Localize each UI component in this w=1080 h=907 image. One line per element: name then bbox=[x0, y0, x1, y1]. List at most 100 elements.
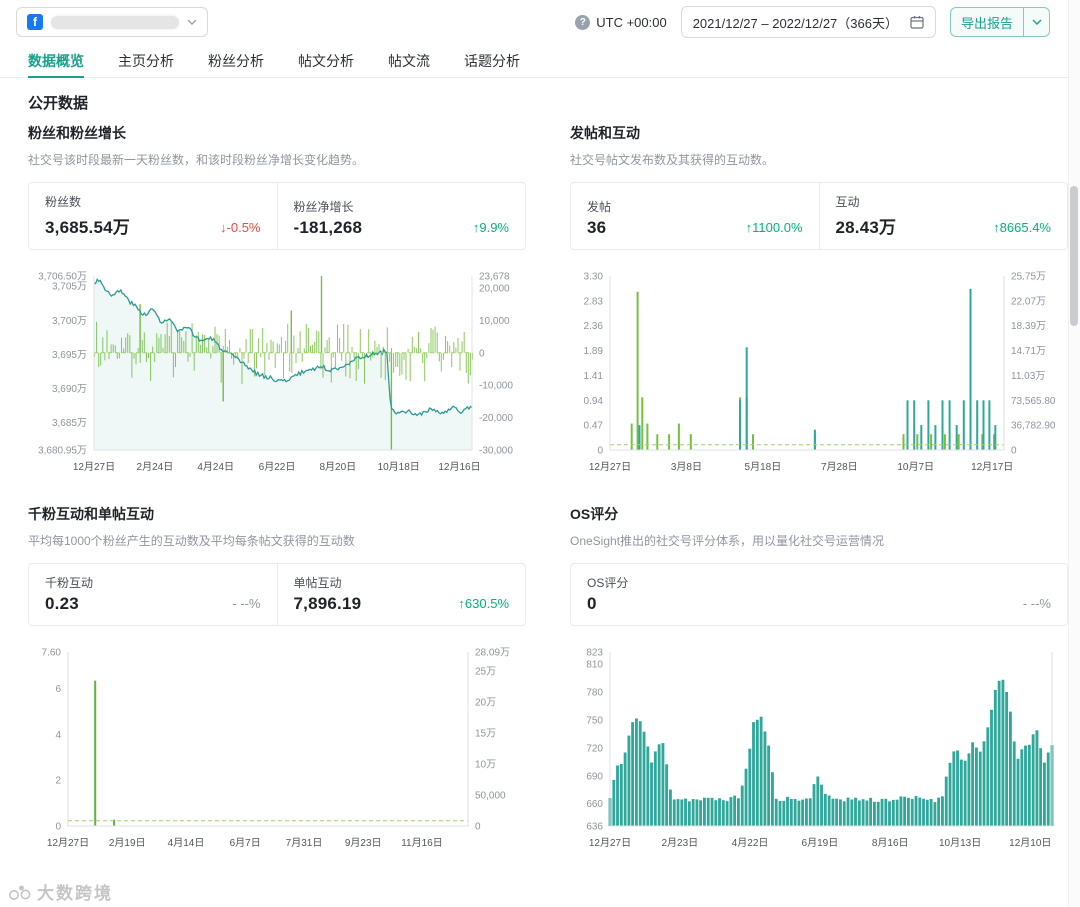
top-bar: f ? UTC +00:00 2021/12/27 – 2022/12/27（3… bbox=[0, 0, 1080, 44]
stat-value: 36 bbox=[587, 218, 607, 237]
timezone-indicator: ? UTC +00:00 bbox=[575, 14, 667, 30]
tab-data-overview[interactable]: 数据概览 bbox=[28, 44, 84, 78]
svg-text:3月8日: 3月8日 bbox=[671, 461, 702, 473]
stat-label: 互动 bbox=[835, 195, 860, 209]
stat-delta: - --% bbox=[232, 596, 261, 611]
panel-title: OS评分 bbox=[570, 506, 619, 522]
stat-card: 千粉互动 0.23 - --% 单帖互动 7,896.19 ↑630.5% bbox=[28, 563, 526, 626]
scrollbar[interactable] bbox=[1068, 0, 1080, 907]
export-options-button[interactable] bbox=[1023, 8, 1049, 36]
svg-text:750: 750 bbox=[586, 715, 603, 726]
stat-per-1000-fans: 千粉互动 0.23 - --% bbox=[29, 564, 277, 625]
svg-text:0: 0 bbox=[55, 822, 61, 833]
stat-value: 7,896.19 bbox=[293, 594, 362, 613]
stat-value: 0.23 bbox=[45, 594, 79, 613]
svg-text:2月24日: 2月24日 bbox=[137, 461, 174, 473]
timezone-label: UTC +00:00 bbox=[596, 14, 667, 30]
svg-text:780: 780 bbox=[586, 688, 603, 699]
svg-text:2.36: 2.36 bbox=[584, 321, 604, 332]
svg-text:0: 0 bbox=[1011, 446, 1017, 457]
svg-text:11.03万: 11.03万 bbox=[1011, 371, 1045, 382]
svg-text:73,565.80: 73,565.80 bbox=[1011, 396, 1056, 407]
svg-text:12月27日: 12月27日 bbox=[589, 461, 631, 473]
stat-value: 28.43万 bbox=[835, 218, 897, 237]
stat-delta: ↑630.5% bbox=[458, 596, 509, 611]
svg-text:720: 720 bbox=[586, 743, 603, 754]
svg-text:823: 823 bbox=[586, 648, 603, 659]
svg-text:0.94: 0.94 bbox=[584, 396, 604, 407]
svg-text:2月23日: 2月23日 bbox=[661, 837, 698, 849]
stat-value: -181,268 bbox=[293, 218, 363, 237]
svg-text:-10,000: -10,000 bbox=[479, 381, 513, 392]
svg-text:2: 2 bbox=[55, 776, 61, 787]
calendar-icon bbox=[910, 16, 924, 29]
svg-text:-20,000: -20,000 bbox=[479, 413, 513, 424]
tab-post-stream[interactable]: 帖文流 bbox=[388, 44, 430, 77]
watermark-text: 大数跨境 bbox=[37, 884, 113, 903]
tab-post-analysis[interactable]: 帖文分析 bbox=[298, 44, 354, 77]
svg-text:10月7日: 10月7日 bbox=[897, 461, 934, 473]
svg-text:28.09万: 28.09万 bbox=[475, 648, 510, 659]
stat-card: 粉丝数 3,685.54万 ↓-0.5% 粉丝净增长 -181,268 ↑9.9… bbox=[28, 182, 526, 250]
stat-per-post: 单帖互动 7,896.19 ↑630.5% bbox=[276, 564, 526, 625]
stat-fans-count: 粉丝数 3,685.54万 ↓-0.5% bbox=[29, 183, 277, 249]
svg-text:50,000: 50,000 bbox=[475, 791, 506, 802]
stat-delta: - --% bbox=[1022, 596, 1051, 611]
stat-label: OS评分 bbox=[587, 576, 629, 590]
svg-text:7.60: 7.60 bbox=[42, 648, 62, 659]
scrollbar-thumb[interactable] bbox=[1070, 186, 1078, 326]
watermark-logo-icon bbox=[9, 885, 31, 900]
svg-text:1.41: 1.41 bbox=[584, 371, 604, 382]
svg-text:-30,000: -30,000 bbox=[479, 446, 513, 457]
posts-engagement-chart[interactable]: 3.30 2.83 2.36 1.89 1.41 0.94 0.47 0 25.75万 22.07… bbox=[570, 266, 1068, 478]
svg-text:4月22日: 4月22日 bbox=[732, 837, 769, 849]
svg-text:12月27日: 12月27日 bbox=[47, 837, 89, 849]
panel-per-fan-engagement: 千粉互动和单帖互动 平均每1000个粉丝产生的互动数及平均每条帖文获得的互动数 … bbox=[28, 504, 526, 854]
svg-text:6月19日: 6月19日 bbox=[802, 837, 839, 849]
svg-text:4: 4 bbox=[55, 730, 61, 741]
tab-bar: 数据概览 主页分析 粉丝分析 帖文分析 帖文流 话题分析 bbox=[0, 44, 1080, 78]
svg-text:3.30: 3.30 bbox=[584, 272, 604, 283]
panel-posts-engagement: 发帖和互动 社交号帖文发布数及其获得的互动数。 发帖 36 ↑1100.0% 互… bbox=[570, 123, 1068, 478]
svg-text:2.83: 2.83 bbox=[584, 296, 604, 307]
stat-delta: ↑8665.4% bbox=[993, 220, 1051, 235]
svg-text:810: 810 bbox=[586, 660, 603, 671]
tab-homepage-analysis[interactable]: 主页分析 bbox=[118, 44, 174, 77]
tab-fans-analysis[interactable]: 粉丝分析 bbox=[208, 44, 264, 77]
stat-label: 粉丝净增长 bbox=[293, 200, 354, 214]
export-report-button[interactable]: 导出报告 bbox=[949, 7, 1050, 37]
os-score-chart[interactable]: 823 810 780 750 720 690 660 636 12月27日 2月23日 4月22日… bbox=[570, 642, 1068, 854]
chevron-down-icon bbox=[187, 19, 197, 25]
stat-posts: 发帖 36 ↑1100.0% bbox=[571, 183, 819, 249]
per-fan-engagement-chart[interactable]: 7.60 6 4 2 0 28.09万 25万 20万 15万 10万 50,000 0 12月27日 2… bbox=[28, 642, 526, 854]
stat-value: 0 bbox=[587, 594, 597, 613]
top-bar-right: ? UTC +00:00 2021/12/27 – 2022/12/27（366… bbox=[575, 6, 1050, 38]
svg-text:15万: 15万 bbox=[475, 729, 496, 740]
account-selector[interactable]: f bbox=[16, 7, 208, 37]
svg-text:8月20日: 8月20日 bbox=[319, 461, 356, 473]
panel-title: 千粉互动和单帖互动 bbox=[28, 506, 154, 522]
svg-text:20,000: 20,000 bbox=[479, 283, 510, 294]
stat-net-growth: 粉丝净增长 -181,268 ↑9.9% bbox=[276, 183, 526, 249]
stat-delta: ↓-0.5% bbox=[220, 220, 261, 235]
question-circle-icon[interactable]: ? bbox=[575, 14, 591, 30]
stat-label: 千粉互动 bbox=[45, 576, 94, 590]
facebook-icon: f bbox=[27, 14, 43, 30]
stat-value: 3,685.54万 bbox=[45, 218, 130, 237]
svg-text:6月22日: 6月22日 bbox=[259, 461, 296, 473]
svg-text:8月16日: 8月16日 bbox=[872, 837, 909, 849]
svg-text:3,685万: 3,685万 bbox=[52, 418, 87, 429]
tab-topic-analysis[interactable]: 话题分析 bbox=[464, 44, 520, 77]
svg-text:10万: 10万 bbox=[475, 760, 496, 771]
svg-text:20万: 20万 bbox=[475, 698, 496, 709]
fans-growth-chart[interactable]: 3,706.50万 3,705万 3,700万 3,695万 3,690万 3,685万 3… bbox=[28, 266, 526, 478]
date-range-picker[interactable]: 2021/12/27 – 2022/12/27（366天） bbox=[680, 6, 936, 38]
stat-label: 单帖互动 bbox=[293, 576, 342, 590]
svg-text:2月19日: 2月19日 bbox=[109, 837, 146, 849]
svg-text:12月16日: 12月16日 bbox=[438, 461, 480, 473]
stat-card: OS评分 0 - --% bbox=[570, 563, 1068, 626]
svg-text:10,000: 10,000 bbox=[479, 316, 510, 327]
svg-text:25万: 25万 bbox=[475, 667, 496, 678]
svg-text:0: 0 bbox=[597, 446, 603, 457]
svg-text:12月10日: 12月10日 bbox=[1009, 837, 1051, 849]
